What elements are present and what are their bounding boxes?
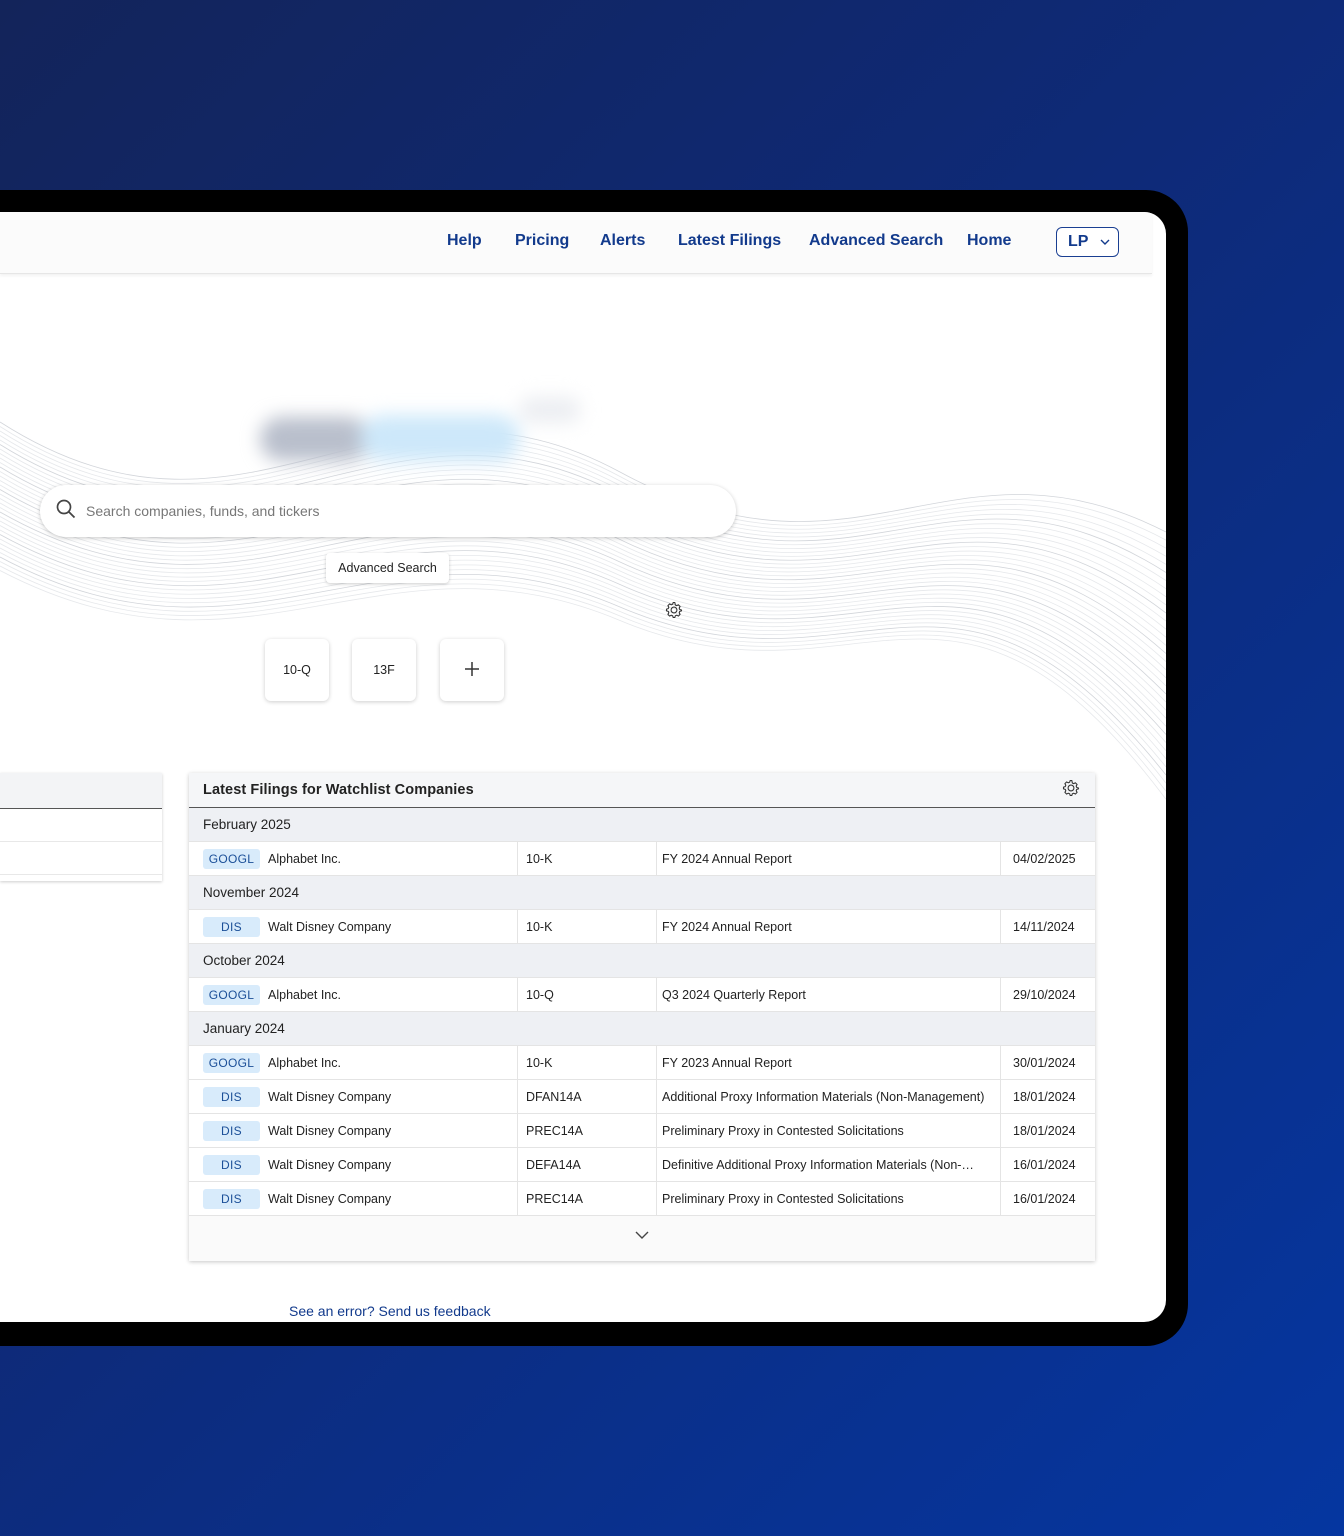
- form-type: 10-Q: [518, 978, 657, 1011]
- blurred-logo: [250, 397, 580, 477]
- side-panel-row: [0, 809, 162, 842]
- filing-row[interactable]: GOOGL Alphabet Inc. 10-K FY 2024 Annual R…: [189, 842, 1095, 876]
- filing-date: 29/10/2024: [1013, 987, 1076, 1002]
- filing-date: 18/01/2024: [1013, 1089, 1076, 1104]
- month-group-header: October 2024: [189, 944, 1095, 978]
- nav-advanced-search[interactable]: Advanced Search: [809, 232, 943, 250]
- filing-row[interactable]: DIS Walt Disney Company PREC14A Prelimina…: [189, 1182, 1095, 1216]
- user-menu-button[interactable]: LP: [1056, 227, 1119, 257]
- panel-settings-gear-icon[interactable]: [1061, 778, 1081, 803]
- nav-home[interactable]: Home: [967, 232, 1011, 250]
- gear-icon[interactable]: [664, 600, 684, 620]
- search-icon: [56, 499, 76, 524]
- filing-date: 14/11/2024: [1013, 919, 1075, 934]
- chevron-down-icon: [634, 1227, 650, 1245]
- side-panel-row: [0, 842, 162, 875]
- advanced-search-button[interactable]: Advanced Search: [326, 553, 449, 583]
- form-type: DFAN14A: [518, 1080, 657, 1113]
- plus-icon: [464, 661, 480, 680]
- form-type: DEFA14A: [518, 1148, 657, 1181]
- filing-description: Preliminary Proxy in Contested Solicitat…: [657, 1182, 1001, 1215]
- nav-latest-filings[interactable]: Latest Filings: [678, 232, 781, 250]
- app-screen: Help Pricing Alerts Latest Filings Advan…: [0, 212, 1166, 1322]
- company-name: Walt Disney Company: [268, 919, 392, 934]
- form-type: 10-K: [518, 910, 657, 943]
- ticker-badge[interactable]: DIS: [203, 1188, 260, 1209]
- filing-description: Q3 2024 Quarterly Report: [657, 978, 1001, 1011]
- wave-line: [0, 529, 1166, 727]
- company-name: Walt Disney Company: [268, 1191, 392, 1206]
- filing-description: FY 2023 Annual Report: [657, 1046, 1001, 1079]
- form-type: 10-K: [518, 842, 657, 875]
- filing-row[interactable]: GOOGL Alphabet Inc. 10-Q Q3 2024 Quarterl…: [189, 978, 1095, 1012]
- search-input[interactable]: [86, 503, 686, 519]
- company-name: Alphabet Inc.: [268, 1055, 341, 1070]
- company-name: Walt Disney Company: [268, 1089, 392, 1104]
- filing-description: FY 2024 Annual Report: [657, 842, 1001, 875]
- search-bar: [40, 485, 736, 537]
- filing-date: 16/01/2024: [1013, 1191, 1076, 1206]
- filing-date: 04/02/2025: [1013, 851, 1076, 866]
- ticker-badge[interactable]: DIS: [203, 916, 260, 937]
- form-type: PREC14A: [518, 1114, 657, 1147]
- panel-header: Latest Filings for Watchlist Companies: [189, 773, 1095, 808]
- nav-alerts[interactable]: Alerts: [600, 232, 645, 250]
- panel-title: Latest Filings for Watchlist Companies: [203, 782, 474, 798]
- ticker-badge[interactable]: DIS: [203, 1086, 260, 1107]
- wave-line: [0, 565, 1166, 792]
- filing-description: FY 2024 Annual Report: [657, 910, 1001, 943]
- ticker-badge[interactable]: GOOGL: [203, 848, 260, 869]
- filing-description: Definitive Additional Proxy Information …: [657, 1148, 1001, 1181]
- month-group-header: January 2024: [189, 1012, 1095, 1046]
- user-initials: LP: [1068, 233, 1089, 250]
- wave-line: [0, 516, 1166, 703]
- side-panel: [0, 773, 162, 881]
- filing-date: 16/01/2024: [1013, 1157, 1076, 1172]
- top-nav: Help Pricing Alerts Latest Filings Advan…: [0, 212, 1152, 274]
- company-name: Walt Disney Company: [268, 1123, 392, 1138]
- form-type: PREC14A: [518, 1182, 657, 1215]
- side-panel-header: [0, 773, 162, 809]
- filing-description: Preliminary Proxy in Contested Solicitat…: [657, 1114, 1001, 1147]
- wave-line: [0, 570, 1166, 800]
- ticker-badge[interactable]: DIS: [203, 1154, 260, 1175]
- watchlist-filings-panel: Latest Filings for Watchlist Companies F…: [189, 773, 1095, 1261]
- form-type: 10-K: [518, 1046, 657, 1079]
- ticker-badge[interactable]: GOOGL: [203, 984, 260, 1005]
- filing-row[interactable]: DIS Walt Disney Company PREC14A Prelimina…: [189, 1114, 1095, 1148]
- month-group-header: November 2024: [189, 876, 1095, 910]
- month-group-header: February 2025: [189, 808, 1095, 842]
- nav-pricing[interactable]: Pricing: [515, 232, 569, 250]
- expand-more-button[interactable]: [189, 1216, 1095, 1256]
- filing-row[interactable]: DIS Walt Disney Company DFAN14A Additiona…: [189, 1080, 1095, 1114]
- ticker-badge[interactable]: GOOGL: [203, 1052, 260, 1073]
- ticker-badge[interactable]: DIS: [203, 1120, 260, 1141]
- feedback-link[interactable]: See an error? Send us feedback: [289, 1303, 491, 1319]
- add-filter-button[interactable]: [440, 639, 504, 701]
- filing-description: Additional Proxy Information Materials (…: [657, 1080, 1001, 1113]
- filing-date: 18/01/2024: [1013, 1123, 1076, 1138]
- company-name: Alphabet Inc.: [268, 851, 341, 866]
- nav-help[interactable]: Help: [447, 232, 482, 250]
- filing-row[interactable]: GOOGL Alphabet Inc. 10-K FY 2023 Annual R…: [189, 1046, 1095, 1080]
- filing-row[interactable]: DIS Walt Disney Company DEFA14A Definitiv…: [189, 1148, 1095, 1182]
- quick-filter-13f[interactable]: 13F: [352, 639, 416, 701]
- company-name: Alphabet Inc.: [268, 987, 341, 1002]
- filing-row[interactable]: DIS Walt Disney Company 10-K FY 2024 Annu…: [189, 910, 1095, 944]
- chevron-down-icon: [1100, 233, 1110, 251]
- filing-date: 30/01/2024: [1013, 1055, 1076, 1070]
- quick-filter-10q[interactable]: 10-Q: [265, 639, 329, 701]
- company-name: Walt Disney Company: [268, 1157, 392, 1172]
- wave-line: [0, 561, 1166, 784]
